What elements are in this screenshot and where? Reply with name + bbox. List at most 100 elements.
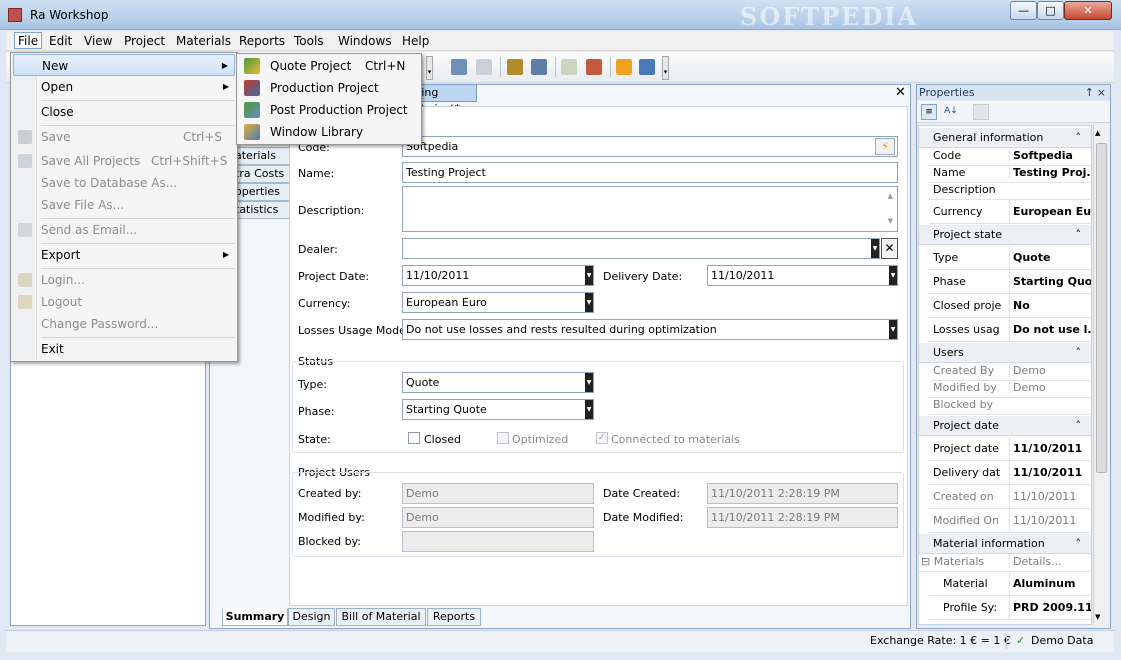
scroll-up-icon[interactable]: ▲ bbox=[1095, 129, 1100, 137]
prop-row-materials[interactable]: ⊟ Materials Details... bbox=[919, 555, 1091, 572]
blocked-by-field bbox=[402, 531, 594, 552]
prop-row[interactable]: Profile Sy: PRD 2009.11 bbox=[929, 596, 1091, 620]
logout-icon bbox=[18, 295, 32, 309]
clear-dealer-button[interactable]: ✕ bbox=[881, 238, 898, 259]
prop-row[interactable]: Created on 11/10/2011 bbox=[929, 485, 1091, 509]
close-document-icon[interactable]: ✕ bbox=[895, 85, 906, 100]
menu-file[interactable]: File bbox=[14, 32, 43, 49]
prop-row[interactable]: Created By Demo bbox=[929, 364, 1091, 381]
tab-design[interactable]: Design bbox=[288, 608, 335, 626]
lightning-icon[interactable] bbox=[616, 59, 632, 75]
menu-project[interactable]: Project bbox=[121, 33, 168, 50]
window-design-icon[interactable] bbox=[531, 59, 547, 75]
category-users[interactable]: Users ˄ bbox=[919, 343, 1091, 363]
collapse-icon: ˄ bbox=[1075, 346, 1082, 359]
name-label: Name: bbox=[298, 167, 335, 180]
maximize-button[interactable]: □ bbox=[1037, 1, 1064, 20]
closed-checkbox[interactable] bbox=[408, 432, 420, 444]
menu-help[interactable]: Help bbox=[399, 33, 432, 50]
menu-item-exit[interactable]: Exit bbox=[13, 338, 235, 360]
tab-reports[interactable]: Reports bbox=[427, 608, 481, 626]
add-item-icon[interactable] bbox=[507, 59, 523, 75]
prop-row[interactable]: Material Aluminum bbox=[929, 572, 1091, 596]
menu-item-open[interactable]: Open ▶ bbox=[13, 76, 235, 98]
category-project-state[interactable]: Project state ˄ bbox=[919, 225, 1091, 245]
minimize-button[interactable]: — bbox=[1010, 1, 1037, 20]
sort-alpha-icon[interactable]: A↓ bbox=[943, 104, 959, 120]
close-window-button[interactable]: ✕ bbox=[1064, 1, 1112, 20]
menu-item-export[interactable]: Export ▶ bbox=[13, 244, 235, 266]
property-grid: General information ˄ Code Softpedia Name T… bbox=[918, 125, 1092, 625]
menu-item-close[interactable]: Close bbox=[13, 101, 235, 123]
menu-item-quote-project[interactable]: Quote Project Ctrl+N bbox=[239, 55, 419, 77]
prop-row[interactable]: Type Quote bbox=[929, 246, 1091, 270]
prop-row[interactable]: Delivery dat 11/10/2011 bbox=[929, 461, 1091, 485]
prop-row[interactable]: Modified On 11/10/2011 bbox=[929, 509, 1091, 533]
dealer-dropdown-icon[interactable]: ▼ bbox=[871, 239, 879, 258]
prop-row[interactable]: PhaseStarting Quo... bbox=[929, 270, 1091, 294]
prop-row[interactable]: Blocked by bbox=[929, 398, 1091, 415]
phase-dropdown-icon[interactable]: ▼ bbox=[585, 400, 593, 419]
menu-materials[interactable]: Materials bbox=[173, 33, 234, 50]
menu-bar: File Edit View Project Materials Reports… bbox=[6, 31, 1114, 51]
email-icon bbox=[18, 223, 32, 237]
menu-item-post-production-project[interactable]: Post Production Project bbox=[239, 99, 419, 121]
prop-row[interactable]: Modified by Demo bbox=[929, 381, 1091, 398]
optimize-icon[interactable] bbox=[639, 59, 655, 75]
menu-item-new[interactable]: New ▶ bbox=[13, 54, 235, 76]
new-submenu: Quote Project Ctrl+N Production Project P… bbox=[236, 53, 422, 145]
menu-edit[interactable]: Edit bbox=[46, 33, 75, 50]
losses-field[interactable]: Do not use losses and rests resulted dur… bbox=[402, 319, 898, 340]
close-panel-icon[interactable]: × bbox=[1097, 85, 1106, 100]
scrollbar-thumb[interactable] bbox=[1096, 143, 1107, 473]
delivery-date-dropdown-icon[interactable]: ▼ bbox=[889, 266, 897, 285]
losses-dropdown-icon[interactable]: ▼ bbox=[889, 320, 897, 339]
tab-summary[interactable]: Summary bbox=[222, 608, 288, 626]
properties-scrollbar[interactable]: ▲ ▼ bbox=[1093, 125, 1109, 625]
prop-row[interactable]: Losses usag Do not use l... bbox=[929, 318, 1091, 342]
delivery-date-field[interactable]: 11/10/2011 ▼ bbox=[707, 265, 898, 286]
categorized-icon[interactable]: ≡ bbox=[921, 104, 937, 120]
menu-item-window-library[interactable]: Window Library bbox=[239, 121, 419, 143]
generate-code-button[interactable]: ⚡ bbox=[875, 138, 895, 155]
menu-item-save-file: Save File As... bbox=[41, 198, 125, 212]
type-label: Type: bbox=[298, 378, 327, 391]
title-bar: Ra Workshop SOFTPEDIA — □ ✕ bbox=[0, 0, 1121, 31]
toolbar-overflow-button-2[interactable]: ▾ bbox=[662, 56, 669, 80]
currency-field[interactable]: European Euro ▼ bbox=[402, 292, 594, 313]
menu-item-change-password: Change Password... bbox=[41, 317, 159, 331]
menu-windows[interactable]: Windows bbox=[335, 33, 395, 50]
scroll-down-icon[interactable]: ▼ bbox=[1095, 613, 1100, 621]
toolbar-overflow-button[interactable]: ▾ bbox=[426, 56, 433, 80]
project-date-field[interactable]: 11/10/2011 ▼ bbox=[402, 265, 594, 286]
scroll-up-icon[interactable]: ▲ bbox=[888, 189, 893, 204]
prop-row[interactable]: Closed proje No bbox=[929, 294, 1091, 318]
currency-dropdown-icon[interactable]: ▼ bbox=[585, 293, 593, 312]
type-dropdown-icon[interactable]: ▼ bbox=[585, 373, 593, 392]
category-general[interactable]: General information ˄ bbox=[919, 128, 1091, 148]
prop-row[interactable]: Project date 11/10/2011 bbox=[929, 437, 1091, 461]
menu-item-production-project[interactable]: Production Project bbox=[239, 77, 419, 99]
name-field[interactable]: Testing Project bbox=[402, 162, 898, 183]
category-material[interactable]: Material information ˄ bbox=[919, 534, 1091, 554]
category-project-date[interactable]: Project date ˄ bbox=[919, 416, 1091, 436]
phase-field[interactable]: Starting Quote ▼ bbox=[402, 399, 594, 420]
type-field[interactable]: Quote ▼ bbox=[402, 372, 594, 393]
tab-bill-of-material[interactable]: Bill of Material bbox=[336, 608, 426, 626]
menu-reports[interactable]: Reports bbox=[236, 33, 288, 50]
pin-icon[interactable]: ↑ bbox=[1085, 85, 1094, 100]
menu-tools[interactable]: Tools bbox=[291, 33, 327, 50]
prop-row[interactable]: Description bbox=[929, 183, 1091, 200]
losses-value: Do not use losses and rests resulted dur… bbox=[406, 323, 717, 336]
description-field[interactable]: ▲ ▼ bbox=[402, 186, 898, 232]
scroll-down-icon[interactable]: ▼ bbox=[888, 214, 893, 229]
settings-icon[interactable] bbox=[451, 59, 467, 75]
prop-row[interactable]: Name Testing Proj... bbox=[929, 166, 1091, 183]
project-date-dropdown-icon[interactable]: ▼ bbox=[585, 266, 593, 285]
code-field[interactable]: Softpedia ⚡ bbox=[402, 136, 898, 157]
report-icon[interactable] bbox=[586, 59, 602, 75]
prop-row[interactable]: Code Softpedia bbox=[929, 149, 1091, 166]
menu-view[interactable]: View bbox=[81, 33, 115, 50]
prop-row[interactable]: CurrencyEuropean Euro bbox=[929, 200, 1091, 224]
dealer-field[interactable]: ▼ bbox=[402, 238, 880, 259]
